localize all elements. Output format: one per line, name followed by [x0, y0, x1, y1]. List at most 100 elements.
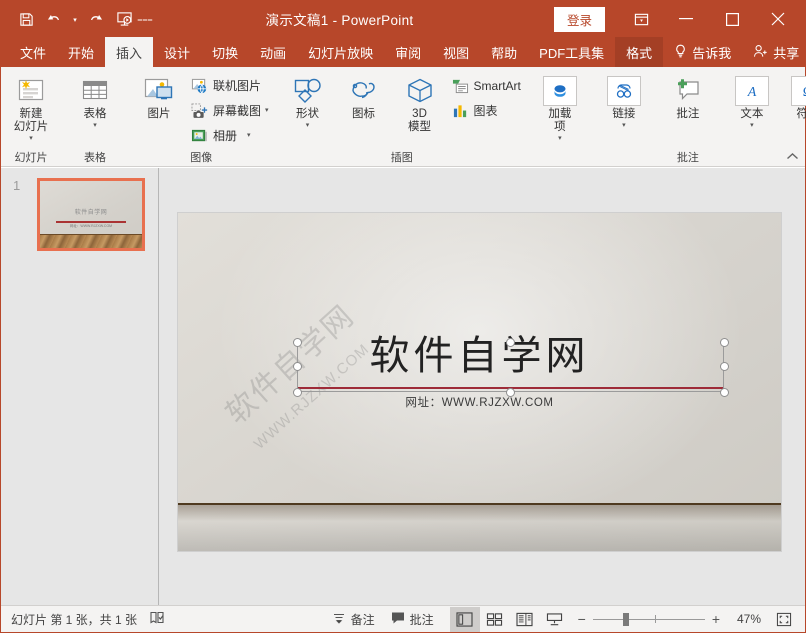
zoom-percent-label[interactable]: 47%: [727, 612, 761, 626]
chevron-down-icon[interactable]: ▾: [93, 122, 97, 129]
zoom-slider-track: [593, 619, 705, 620]
smartart-label: SmartArt: [474, 79, 521, 93]
comment-label: 批注: [676, 108, 699, 121]
slide-thumbnail-pane[interactable]: 1 软件自学网 网址：WWW.RJZXW.COM: [1, 168, 158, 605]
zoom-slider-thumb[interactable]: [623, 613, 629, 626]
screenshot-button[interactable]: 屏幕截图 ▾: [187, 98, 272, 123]
resize-handle-bottom-left[interactable]: [293, 388, 302, 397]
resize-handle-top-center[interactable]: [506, 338, 515, 347]
picture-button[interactable]: 图片: [131, 71, 187, 124]
photo-album-icon: [190, 126, 209, 145]
smartart-button[interactable]: SmartArt: [448, 73, 524, 98]
collapse-ribbon-icon[interactable]: [786, 152, 799, 164]
table-button[interactable]: 表格 ▾: [67, 71, 123, 132]
link-button[interactable]: 链接 ▾: [596, 71, 652, 132]
ribbon-options-icon[interactable]: [619, 1, 663, 37]
resize-handle-middle-left[interactable]: [293, 362, 302, 371]
fit-window-icon[interactable]: [769, 607, 799, 632]
save-icon[interactable]: [13, 6, 39, 32]
comments-label: 批注: [410, 611, 434, 628]
normal-view-icon[interactable]: [450, 607, 480, 632]
link-icon: [607, 74, 641, 108]
close-icon[interactable]: [755, 1, 801, 37]
resize-handle-bottom-right[interactable]: [720, 388, 729, 397]
chevron-down-icon[interactable]: ▾: [29, 135, 33, 142]
text-button[interactable]: A 文本 ▾: [724, 71, 780, 132]
slideshow-icon[interactable]: [111, 6, 137, 32]
undo-dropdown-icon[interactable]: ▾: [69, 6, 81, 32]
quick-access-toolbar: ▾ ⩶: [1, 1, 151, 37]
new-slide-button[interactable]: 新建 幻灯片 ▾: [3, 71, 59, 145]
slide-count-text: 幻灯片 第 1 张，共 1 张: [11, 611, 137, 628]
chevron-down-icon[interactable]: ▾: [558, 135, 562, 142]
slide-editing-pane[interactable]: 软件自学网 WWW.RJZXW.COM 软件自学网 网址：WWW.RJZXW.C…: [159, 168, 805, 605]
slide-sorter-icon[interactable]: [480, 607, 510, 632]
notes-label: 备注: [351, 611, 375, 628]
resize-handle-top-left[interactable]: [293, 338, 302, 347]
photo-album-button[interactable]: 相册 ▾: [187, 123, 272, 148]
minimize-icon[interactable]: [663, 1, 709, 37]
3d-model-button[interactable]: 3D 模型: [392, 71, 448, 137]
tab-view[interactable]: 视图: [432, 37, 480, 67]
resize-handle-middle-right[interactable]: [720, 362, 729, 371]
customize-quick-access-icon[interactable]: ⩶: [139, 6, 151, 32]
notes-button[interactable]: 备注: [324, 611, 383, 628]
spellcheck-icon[interactable]: [149, 611, 165, 628]
tab-help[interactable]: 帮助: [480, 37, 528, 67]
tell-me-button[interactable]: 告诉我: [663, 37, 742, 67]
share-button[interactable]: 共享: [742, 37, 806, 67]
share-person-icon: [753, 44, 768, 61]
picture-icon: [143, 74, 175, 108]
chevron-down-icon[interactable]: ▾: [247, 132, 251, 139]
picture-label: 图片: [148, 108, 171, 121]
tab-slideshow[interactable]: 幻灯片放映: [297, 37, 384, 67]
tab-insert[interactable]: 插入: [105, 37, 153, 67]
tab-pdf-tools[interactable]: PDF工具集: [528, 37, 615, 67]
tab-animations[interactable]: 动画: [249, 37, 297, 67]
thumbnail-rule: [56, 221, 126, 223]
chevron-down-icon[interactable]: ▾: [265, 107, 269, 114]
ribbon-tabs: 文件 开始 插入 设计 切换 动画 幻灯片放映 审阅 视图 帮助 PDF工具集 …: [1, 37, 805, 67]
slide-thumbnail-1[interactable]: 软件自学网 网址：WWW.RJZXW.COM: [37, 178, 145, 251]
shapes-button[interactable]: 形状 ▾: [280, 71, 336, 132]
tab-design[interactable]: 设计: [153, 37, 201, 67]
comment-icon: [673, 74, 703, 108]
zoom-out-button[interactable]: −: [578, 611, 586, 627]
new-slide-label: 新建 幻灯片: [14, 108, 49, 134]
comments-button[interactable]: 批注: [383, 611, 442, 628]
chevron-down-icon[interactable]: ▾: [622, 122, 626, 129]
selected-placeholder[interactable]: [297, 342, 724, 392]
maximize-icon[interactable]: [709, 1, 755, 37]
document-title: 演示文稿1 - PowerPoint: [151, 9, 554, 29]
zoom-slider[interactable]: [593, 613, 705, 625]
sign-in-button[interactable]: 登录: [554, 7, 605, 32]
status-left: 幻灯片 第 1 张，共 1 张: [1, 611, 165, 628]
resize-handle-bottom-center[interactable]: [506, 388, 515, 397]
resize-handle-top-right[interactable]: [720, 338, 729, 347]
undo-icon[interactable]: [41, 6, 67, 32]
tab-review[interactable]: 审阅: [384, 37, 432, 67]
tab-format[interactable]: 格式: [615, 37, 663, 67]
powerpoint-window: ▾ ⩶ 演示文稿1 - PowerPoint 登录: [0, 0, 806, 633]
chevron-down-icon[interactable]: ▾: [306, 122, 310, 129]
zoom-in-button[interactable]: +: [712, 611, 720, 627]
icons-button[interactable]: 图标: [336, 71, 392, 124]
addins-button[interactable]: 加载 项 ▾: [532, 71, 588, 145]
tab-file[interactable]: 文件: [9, 37, 57, 67]
tab-home[interactable]: 开始: [57, 37, 105, 67]
reading-view-icon[interactable]: [510, 607, 540, 632]
chevron-down-icon[interactable]: ▾: [750, 122, 754, 129]
slideshow-view-icon[interactable]: [540, 607, 570, 632]
floor-shading: [178, 505, 781, 551]
symbol-button[interactable]: Ω 符号 ▾: [780, 71, 806, 132]
online-pictures-button[interactable]: 联机图片: [187, 73, 272, 98]
online-pictures-label: 联机图片: [213, 77, 261, 94]
slide-subtitle-text[interactable]: 网址：WWW.RJZXW.COM: [178, 394, 781, 410]
smartart-icon: [451, 76, 470, 95]
tab-transitions[interactable]: 切换: [201, 37, 249, 67]
symbol-label: 符号: [796, 108, 806, 121]
comment-button[interactable]: 批注: [660, 71, 716, 124]
symbol-icon: Ω: [791, 74, 806, 108]
redo-icon[interactable]: [83, 6, 109, 32]
chart-button[interactable]: 图表: [448, 98, 524, 123]
